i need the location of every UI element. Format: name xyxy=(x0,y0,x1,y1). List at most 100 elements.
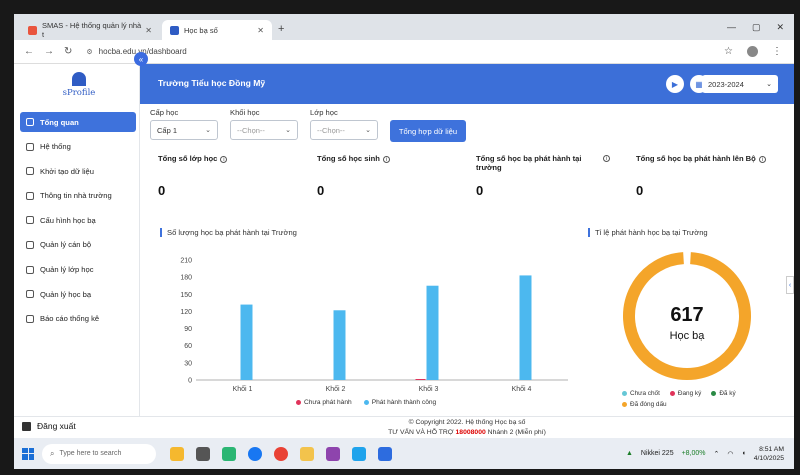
legend-item[interactable]: Đã ký xyxy=(711,390,736,397)
support-line: TƯ VẤN VÀ HỖ TRỢ 18008000 Nhánh 2 (Miễn … xyxy=(140,428,794,438)
sidebar-item-thong-tin-nha-truong[interactable]: Thông tin nhà trường xyxy=(20,186,136,206)
bar-phat-hanh-thanh-cong[interactable] xyxy=(426,285,439,380)
legend-row: Chưa chốt Đang ký Đã ký xyxy=(622,390,772,397)
close-icon[interactable]: ✕ xyxy=(145,26,152,35)
browser-tab-bar: SMAS - Hệ thống quản lý nhà t ✕ Học bạ s… xyxy=(14,14,794,40)
search-placeholder: Type here to search xyxy=(59,450,122,457)
close-icon[interactable]: ✕ xyxy=(257,26,264,35)
app-logo[interactable]: sProfile xyxy=(54,72,104,98)
ticker-value: +8,00% xyxy=(681,450,706,457)
tab-smas[interactable]: SMAS - Hệ thống quản lý nhà t ✕ xyxy=(20,20,160,40)
bar-chua-phat-hanh[interactable] xyxy=(415,379,426,380)
bar-phat-hanh-thanh-cong[interactable] xyxy=(240,304,253,380)
screen: SMAS - Hệ thống quản lý nhà t ✕ Học bạ s… xyxy=(14,14,794,469)
profile-icon[interactable] xyxy=(747,46,758,57)
task-view-icon[interactable] xyxy=(196,446,210,461)
stat-value: 0 xyxy=(317,183,325,198)
maximize-icon[interactable]: ▢ xyxy=(752,22,761,33)
sidebar-item-quan-ly-lop-hoc[interactable]: Quản lý lớp học xyxy=(20,260,136,280)
bar-phat-hanh-thanh-cong[interactable] xyxy=(333,310,346,380)
legend-item[interactable]: Chưa chốt xyxy=(622,390,660,397)
network-icon[interactable]: ◠ xyxy=(727,450,733,458)
address-bar: ← → ↻ ⚙ hocba.edu.vn/dashboard ☆ ⋮ xyxy=(14,40,794,64)
tray-chevron-icon[interactable]: ⌃ xyxy=(714,450,720,458)
menu-dots-icon[interactable]: ⋮ xyxy=(772,46,782,57)
bar-phat-hanh-thanh-cong[interactable] xyxy=(519,275,532,380)
file-explorer-icon[interactable] xyxy=(300,446,314,461)
cap-hoc-select[interactable]: Cấp 1 ⌄ xyxy=(150,120,218,140)
app-icon[interactable] xyxy=(222,446,236,461)
side-panel-toggle[interactable]: ‹ xyxy=(786,276,794,294)
sidebar-item-tong-quan[interactable]: Tổng quan xyxy=(20,112,136,132)
stat-label: Tổng số học bạ phát hành tại trường xyxy=(476,154,582,173)
school-name: Trường Tiểu học Đồng Mỹ xyxy=(158,78,266,88)
legend-item[interactable]: Đã đóng dấu xyxy=(622,401,667,408)
ticker-name[interactable]: Nikkei 225 xyxy=(641,450,674,457)
volume-icon[interactable]: ◖ xyxy=(742,450,746,457)
school-year-select[interactable]: 2023-2024 ⌄ xyxy=(702,75,778,93)
store-icon[interactable] xyxy=(326,446,340,461)
copilot-icon[interactable] xyxy=(170,446,184,461)
site-info-icon[interactable]: ⚙ xyxy=(86,48,92,56)
sidebar-collapse-button[interactable]: « xyxy=(134,52,148,66)
info-icon[interactable]: i xyxy=(382,155,390,163)
support-number[interactable]: 18008000 xyxy=(456,429,486,436)
legend-label: Đã ký xyxy=(719,390,736,397)
zalo-icon[interactable] xyxy=(352,446,366,461)
sidebar-item-label: Quản lý lớp học xyxy=(40,265,94,275)
app-icon[interactable] xyxy=(378,446,392,461)
lop-hoc-label: Lớp học xyxy=(310,108,338,117)
support-prefix: TƯ VẤN VÀ HỖ TRỢ xyxy=(388,429,454,436)
sidebar-item-cau-hinh-hoc-ba[interactable]: Cấu hình học bạ xyxy=(20,210,136,230)
legend-label: Chưa phát hành xyxy=(304,399,352,406)
main-content: Cấp học Cấp 1 ⌄ Khối học --Chọn-- ⌄ Lớp … xyxy=(140,104,794,416)
logout-button[interactable]: Đăng xuất xyxy=(22,421,76,431)
play-icon: ▶ xyxy=(671,79,679,89)
sidebar-item-quan-ly-can-bo[interactable]: Quản lý cán bộ xyxy=(20,235,136,255)
sidebar-item-he-thong[interactable]: Hệ thống xyxy=(20,137,136,157)
close-window-icon[interactable]: ✕ xyxy=(776,22,784,33)
info-icon[interactable]: i xyxy=(603,155,610,162)
bar-chart-legend: Chưa phát hành Phát hành thành công xyxy=(296,399,436,406)
edge-icon[interactable] xyxy=(248,446,262,461)
forward-icon[interactable]: → xyxy=(44,46,54,57)
chrome-icon[interactable] xyxy=(274,446,288,461)
footer: © Copyright 2022. Hệ thống Học bạ số TƯ … xyxy=(140,416,794,438)
tab-hocba[interactable]: Học bạ số ✕ xyxy=(162,20,272,40)
legend-dot xyxy=(669,391,675,396)
y-tick-label: 210 xyxy=(180,258,192,265)
info-icon[interactable]: i xyxy=(220,155,228,163)
reload-icon[interactable]: ↻ xyxy=(64,46,72,57)
legend-item[interactable]: Phát hành thành công xyxy=(363,399,436,406)
windows-start-icon[interactable] xyxy=(22,447,34,460)
minimize-icon[interactable]: — xyxy=(727,22,736,33)
laptop-bezel: SMAS - Hệ thống quản lý nhà t ✕ Học bạ s… xyxy=(0,0,800,475)
lop-hoc-select[interactable]: --Chọn-- ⌄ xyxy=(310,120,378,140)
clock-date: 4/10/2025 xyxy=(753,454,784,462)
y-tick-label: 0 xyxy=(188,378,192,385)
sidebar-item-label: Quản lý cán bộ xyxy=(40,240,92,250)
khoi-hoc-select[interactable]: --Chọn-- ⌄ xyxy=(230,120,298,140)
x-tick-label: Khối 1 xyxy=(233,384,253,393)
y-tick-label: 30 xyxy=(184,360,192,367)
sidebar-item-label: Cấu hình học bạ xyxy=(40,215,96,225)
play-guide-button[interactable]: ▶ xyxy=(666,75,684,93)
legend-item[interactable]: Chưa phát hành xyxy=(296,399,352,406)
sidebar-menu: Tổng quan Hệ thống Khởi tạo dữ liệu Thôn… xyxy=(20,112,136,333)
bookmark-star-icon[interactable]: ☆ xyxy=(724,46,733,57)
new-tab-icon[interactable]: + xyxy=(278,23,284,35)
taskbar-search-input[interactable]: ⌕ Type here to search xyxy=(42,443,156,464)
legend-item[interactable]: Đang ký xyxy=(669,390,701,397)
sidebar-item-label: Quản lý học bạ xyxy=(40,289,92,299)
legend-dot xyxy=(363,400,369,405)
logo-text: sProfile xyxy=(62,88,96,98)
stat-label: Tổng số lớp học xyxy=(158,154,218,163)
info-icon[interactable]: i xyxy=(758,155,766,163)
stat-value: 0 xyxy=(476,183,484,198)
taskbar-clock[interactable]: 8:51 AM 4/10/2025 xyxy=(754,445,784,463)
sidebar-item-bao-cao-thong-ke[interactable]: Báo cáo thống kê xyxy=(20,309,136,329)
sidebar-item-khoi-tao-du-lieu[interactable]: Khởi tạo dữ liệu xyxy=(20,161,136,181)
back-icon[interactable]: ← xyxy=(24,46,34,57)
summary-data-button[interactable]: Tổng hợp dữ liệu xyxy=(390,120,466,142)
sidebar-item-quan-ly-hoc-ba[interactable]: Quản lý học bạ xyxy=(20,284,136,304)
